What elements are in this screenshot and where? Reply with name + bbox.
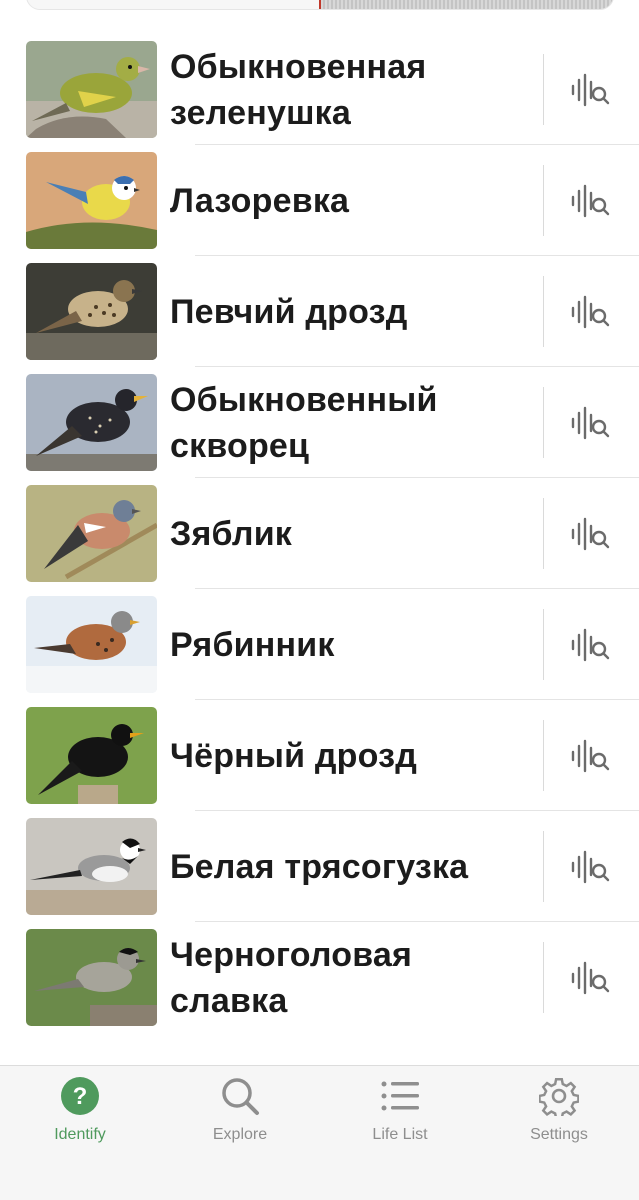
bird-name: Певчий дрозд [170,292,408,331]
svg-text:?: ? [73,1083,88,1110]
bird-name: Белая трясогузка [170,847,469,886]
sound-search-icon[interactable] [568,514,614,554]
tab-life-list[interactable]: Life List [320,1076,480,1166]
bird-row-blackbird[interactable]: Чёрный дрозд [0,700,639,811]
bird-name: Рябинник [170,625,335,664]
tab-label: Settings [530,1126,588,1143]
row-divider [543,720,544,791]
segment-right[interactable] [321,0,613,9]
row-divider [543,831,544,902]
row-divider [543,165,544,236]
sound-search-icon[interactable] [568,736,614,776]
bird-photo [26,152,157,249]
bird-row-song-thrush[interactable]: Певчий дрозд [0,256,639,367]
bird-photo [26,707,157,804]
tab-explore[interactable]: Explore [160,1076,320,1166]
sound-search-icon[interactable] [568,70,614,110]
bird-row-fieldfare[interactable]: Рябинник [0,589,639,700]
bird-photo [26,818,157,915]
sound-search-icon[interactable] [568,847,614,887]
screen: Обыкновенная зеленушка Лазоревка Певчий … [0,0,639,1200]
row-divider [543,387,544,458]
sound-search-icon[interactable] [568,958,614,998]
tab-label: Explore [212,1126,268,1143]
bird-row-blue-tit[interactable]: Лазоревка [0,145,639,256]
list-icon [380,1076,420,1116]
bird-name: Черноголовая славка [170,935,413,1020]
bird-row-white-wagtail[interactable]: Белая трясогузка [0,811,639,922]
bird-name: Обыкновенный скворец [170,380,438,465]
row-divider [543,942,544,1013]
row-divider [543,609,544,680]
tab-label: Life List [372,1126,428,1143]
sound-search-icon[interactable] [568,181,614,221]
segment-left[interactable] [27,0,319,9]
bird-photo [26,929,157,1026]
bird-row-chaffinch[interactable]: Зяблик [0,478,639,589]
sound-search-icon[interactable] [568,625,614,665]
top-segmented-control[interactable] [26,0,614,10]
bird-row-greenfinch[interactable]: Обыкновенная зеленушка [0,34,639,145]
row-divider [543,498,544,569]
bird-photo [26,374,157,471]
bird-name: Чёрный дрозд [170,736,418,775]
bird-name: Зяблик [170,514,293,553]
row-divider [543,54,544,125]
question-circle-icon: ? [60,1076,100,1116]
tab-bar: ? Identify Explore Life List Settings [0,1065,639,1200]
row-divider [543,276,544,347]
bird-row-blackcap[interactable]: Черноголовая славка [0,922,639,1033]
bird-photo [26,596,157,693]
bird-row-starling[interactable]: Обыкновенный скворец [0,367,639,478]
bird-photo [26,485,157,582]
tab-settings[interactable]: Settings [479,1076,639,1166]
tab-identify[interactable]: ? Identify [0,1076,160,1166]
bird-photo [26,263,157,360]
gear-icon [538,1076,580,1120]
bird-name: Лазоревка [170,181,350,220]
sound-search-icon[interactable] [568,292,614,332]
bird-photo [26,41,157,138]
bird-list: Обыкновенная зеленушка Лазоревка Певчий … [0,34,639,1033]
search-icon [220,1076,260,1116]
tab-label: Identify [54,1126,106,1143]
sound-search-icon[interactable] [568,403,614,443]
bird-name: Обыкновенная зеленушка [170,47,427,132]
